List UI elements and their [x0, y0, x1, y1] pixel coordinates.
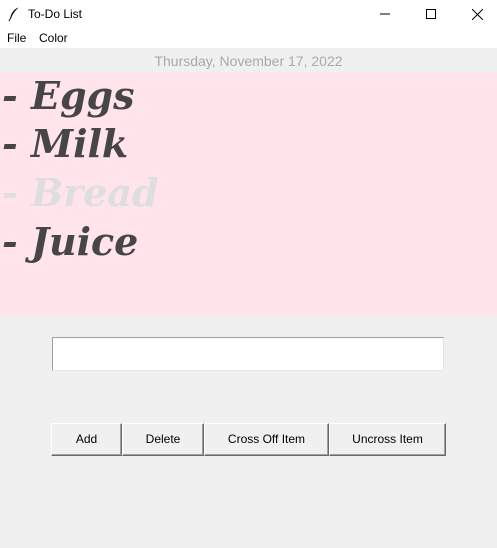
list-item-crossed[interactable]: - Bread: [2, 169, 159, 217]
feather-icon: [6, 6, 22, 22]
delete-button[interactable]: Delete: [122, 423, 204, 456]
menu-color[interactable]: Color: [39, 31, 68, 45]
list-item[interactable]: - Milk: [2, 120, 128, 168]
title-bar: To-Do List: [0, 0, 497, 28]
todo-listbox[interactable]: - Eggs - Milk - Bread - Juice: [0, 72, 497, 316]
uncross-button[interactable]: Uncross Item: [329, 423, 446, 456]
close-icon: [471, 8, 483, 20]
add-button[interactable]: Add: [51, 423, 122, 456]
item-entry[interactable]: [52, 337, 444, 371]
maximize-button[interactable]: [408, 0, 454, 28]
minimize-icon: [380, 13, 390, 15]
app-window: To-Do List File Color Thursday, November…: [0, 0, 497, 548]
close-button[interactable]: [454, 0, 497, 28]
date-label: Thursday, November 17, 2022: [154, 53, 343, 69]
minimize-button[interactable]: [362, 0, 408, 28]
window-title: To-Do List: [28, 7, 83, 21]
maximize-icon: [426, 9, 436, 19]
list-item[interactable]: - Juice: [2, 218, 138, 266]
cross-off-button[interactable]: Cross Off Item: [204, 423, 329, 456]
menu-file[interactable]: File: [7, 31, 26, 45]
menu-bar: File Color: [0, 28, 497, 48]
list-item[interactable]: - Eggs: [2, 72, 135, 120]
